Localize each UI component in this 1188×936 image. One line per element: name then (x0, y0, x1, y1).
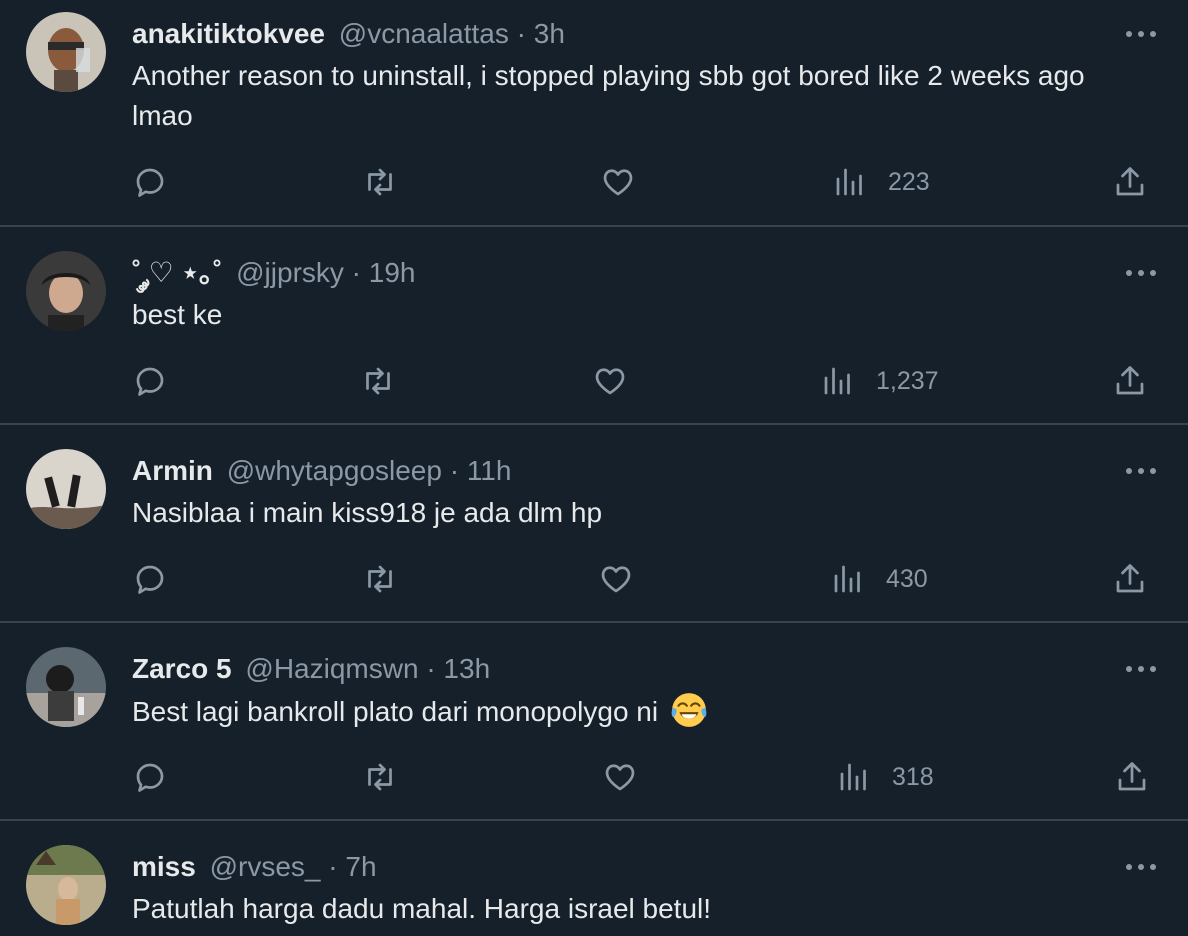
user-handle[interactable]: @rvses_ (210, 851, 321, 882)
views-button[interactable]: 318 (836, 755, 934, 799)
like-button[interactable] (598, 557, 634, 601)
views-button[interactable]: 430 (830, 557, 928, 601)
tweet-header: Armin @whytapgosleep · 11h (132, 451, 1098, 491)
user-handle[interactable]: @jjprsky (236, 257, 344, 288)
more-options-icon[interactable] (1124, 451, 1158, 491)
user-handle[interactable]: @whytapgosleep (227, 455, 442, 486)
avatar[interactable] (26, 845, 106, 925)
like-icon (595, 368, 625, 395)
share-icon (1118, 762, 1146, 791)
retweet-button[interactable] (362, 160, 398, 204)
views-count: 1,237 (876, 366, 939, 395)
user-handle[interactable]: @Haziqmswn (245, 653, 418, 684)
tweet[interactable]: miss @rvses_ · 7h Patutlah harga dadu ma… (0, 821, 1188, 936)
display-name[interactable]: ˚ ༘♡ ⋆｡˚ (132, 257, 222, 288)
reply-icon (136, 565, 164, 594)
views-count: 318 (892, 762, 934, 791)
reply-button[interactable] (132, 557, 168, 601)
more-options-icon[interactable] (1124, 649, 1158, 689)
like-icon (605, 764, 635, 791)
like-button[interactable] (600, 160, 636, 204)
tweet-text: Best lagi bankroll plato dari monopolygo… (132, 696, 659, 727)
separator-dot: · (328, 851, 338, 882)
action-bar: 223 (132, 160, 1152, 204)
retweet-button[interactable] (360, 359, 396, 403)
timestamp[interactable]: 13h (443, 653, 490, 684)
views-button[interactable]: 1,237 (820, 359, 939, 403)
share-button[interactable] (1112, 557, 1148, 601)
more-options-icon[interactable] (1124, 847, 1158, 887)
reply-icon (136, 367, 164, 396)
avatar[interactable] (26, 12, 106, 92)
reply-icon (136, 168, 164, 197)
views-count: 430 (886, 564, 928, 593)
reply-button[interactable] (132, 359, 168, 403)
tweet-header: anakitiktokvee @vcnaalattas · 3h (132, 14, 1098, 54)
retweet-icon (368, 763, 392, 791)
display-name[interactable]: Zarco 5 (132, 653, 232, 684)
like-icon (601, 566, 631, 593)
separator-dot: · (449, 455, 460, 486)
action-bar: 430 (132, 557, 1152, 601)
like-button[interactable] (592, 359, 628, 403)
tweet-header: ˚ ༘♡ ⋆｡˚ @jjprsky · 19h (132, 253, 1098, 293)
display-name[interactable]: Armin (132, 455, 213, 486)
timestamp[interactable]: 7h (345, 851, 376, 882)
like-button[interactable] (602, 755, 638, 799)
tweet-text: best ke (132, 299, 223, 330)
views-icon (836, 168, 862, 196)
views-icon (840, 763, 866, 791)
timestamp[interactable]: 19h (369, 257, 416, 288)
avatar[interactable] (26, 449, 106, 529)
share-button[interactable] (1114, 755, 1150, 799)
avatar[interactable] (26, 647, 106, 727)
face-with-tears-of-joy-icon (671, 693, 707, 727)
separator-dot: · (516, 18, 526, 49)
reply-button[interactable] (132, 755, 168, 799)
share-button[interactable] (1112, 359, 1148, 403)
tweet[interactable]: Zarco 5 @Haziqmswn · 13h Best lagi bankr… (0, 623, 1188, 821)
timestamp[interactable]: 3h (534, 18, 565, 49)
action-bar: 318 (132, 755, 1152, 799)
tweet-text: Another reason to uninstall, i stopped p… (132, 60, 1085, 131)
tweet[interactable]: anakitiktokvee @vcnaalattas · 3h Another… (0, 0, 1188, 227)
retweet-button[interactable] (362, 557, 398, 601)
share-icon (1116, 167, 1144, 196)
reply-button[interactable] (132, 160, 168, 204)
display-name[interactable]: miss (132, 851, 196, 882)
tweet[interactable]: ˚ ༘♡ ⋆｡˚ @jjprsky · 19h best ke 1,237 (0, 227, 1188, 425)
tweet-text-container: Best lagi bankroll plato dari monopolygo… (132, 691, 1148, 732)
retweet-icon (366, 367, 390, 395)
share-button[interactable] (1112, 160, 1148, 204)
tweet-header: miss @rvses_ · 7h (132, 847, 1098, 887)
tweet[interactable]: Armin @whytapgosleep · 11h Nasiblaa i ma… (0, 425, 1188, 623)
tweet-header: Zarco 5 @Haziqmswn · 13h (132, 649, 1098, 689)
user-handle[interactable]: @vcnaalattas (339, 18, 509, 49)
more-options-icon[interactable] (1124, 14, 1158, 54)
retweet-icon (368, 565, 392, 593)
retweet-icon (368, 168, 392, 196)
reply-feed: anakitiktokvee @vcnaalattas · 3h Another… (0, 0, 1188, 936)
separator-dot: · (426, 653, 436, 684)
like-icon (603, 169, 633, 196)
more-options-icon[interactable] (1124, 253, 1158, 293)
avatar[interactable] (26, 251, 106, 331)
share-icon (1116, 366, 1144, 395)
action-bar: 1,237 (132, 359, 1152, 403)
reply-icon (136, 763, 164, 792)
views-count: 223 (888, 167, 930, 196)
views-icon (834, 565, 860, 593)
separator-dot: · (351, 257, 361, 288)
display-name[interactable]: anakitiktokvee (132, 18, 325, 49)
retweet-button[interactable] (362, 755, 398, 799)
share-icon (1116, 564, 1144, 593)
tweet-text: Nasiblaa i main kiss918 je ada dlm hp (132, 497, 603, 528)
views-icon (824, 367, 850, 395)
views-button[interactable]: 223 (832, 160, 930, 204)
timestamp[interactable]: 11h (467, 455, 512, 486)
tweet-text: Patutlah harga dadu mahal. Harga israel … (132, 893, 712, 924)
